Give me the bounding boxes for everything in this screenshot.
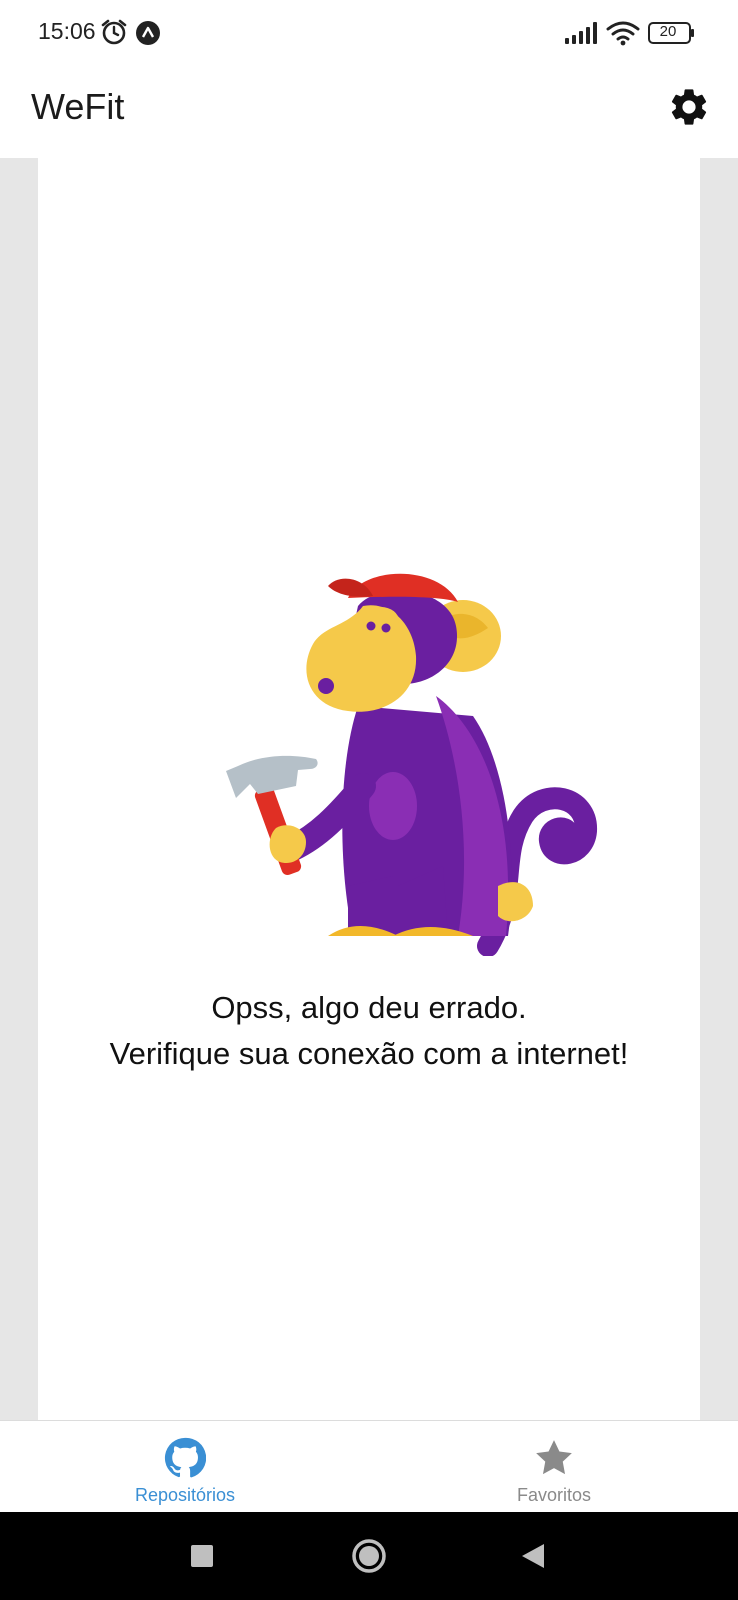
screen: 15:06 20 WeFit Opss, algo deu errado. Ve… (0, 0, 738, 1600)
app-bar: WeFit (0, 66, 738, 158)
error-message: Opss, algo deu errado. Verifique sua con… (38, 985, 700, 1077)
bottom-nav: Repositórios Favoritos (0, 1420, 738, 1512)
notification-app-icon (136, 21, 160, 45)
signal-icon (565, 22, 597, 44)
error-message-line1: Opss, algo deu errado. (211, 990, 527, 1025)
battery-level: 20 (659, 23, 677, 40)
circle-icon (352, 1539, 386, 1573)
monkey-with-hammer-illustration (226, 573, 597, 956)
back-triangle-icon (522, 1544, 544, 1568)
star-icon (536, 1440, 572, 1475)
settings-button[interactable] (664, 82, 714, 132)
status-bar: 15:06 20 (0, 0, 738, 66)
battery-icon: 20 (648, 22, 696, 44)
square-icon (191, 1545, 213, 1567)
home-button[interactable] (351, 1538, 387, 1574)
tab-repositorios[interactable]: Repositórios (65, 1421, 305, 1513)
error-card: Opss, algo deu errado. Verifique sua con… (38, 158, 700, 1420)
content-area: Opss, algo deu errado. Verifique sua con… (0, 158, 738, 1420)
gear-icon (671, 89, 707, 125)
tab-favoritos[interactable]: Favoritos (434, 1421, 674, 1513)
tab-label-favoritos: Favoritos (516, 1485, 592, 1505)
back-button[interactable] (520, 1542, 546, 1570)
recents-button[interactable] (190, 1544, 214, 1568)
error-message-line2: Verifique sua conexão com a internet! (109, 1036, 629, 1071)
app-title: WeFit (31, 86, 125, 127)
github-icon (164, 1437, 206, 1478)
status-time: 15:06 (38, 18, 96, 44)
system-nav-bar (0, 1512, 738, 1600)
wifi-icon (606, 21, 640, 46)
tab-label-repositorios: Repositórios (134, 1485, 236, 1505)
alarm-icon (101, 19, 127, 45)
